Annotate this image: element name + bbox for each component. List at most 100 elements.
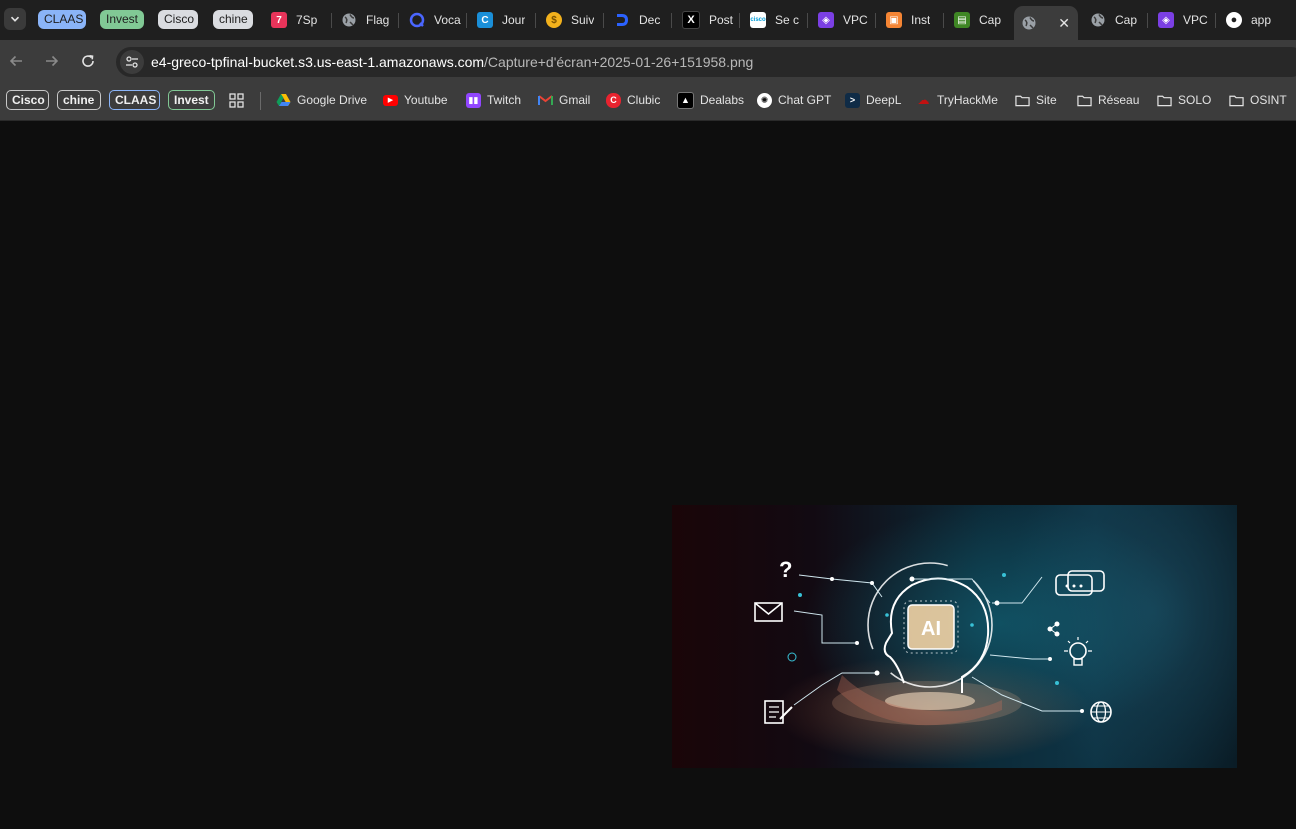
aws-instance-icon: ▣ <box>886 12 902 28</box>
ai-illustration: AI ? <box>754 557 1112 726</box>
bookmark-group-invest[interactable]: Invest <box>168 90 215 110</box>
tab-journal[interactable]: C Jour <box>470 7 530 33</box>
tab-separator <box>807 13 808 28</box>
bookmark-label: Chat GPT <box>778 93 832 107</box>
tab-separator <box>398 13 399 28</box>
tab-search-button[interactable] <box>4 8 26 30</box>
chat-bubble-icon <box>1055 570 1105 596</box>
bookmark-folder-solo[interactable]: SOLO <box>1157 90 1211 110</box>
tab-group-claas[interactable]: CLAAS <box>38 10 86 29</box>
deepl-icon: > <box>845 92 860 108</box>
bookmark-label: SOLO <box>1178 93 1212 107</box>
tab-cisco-login[interactable]: cisco Se c <box>743 7 803 33</box>
bookmark-label: Site <box>1036 93 1057 107</box>
bookmark-label: OSINT <box>1250 93 1287 107</box>
tab-vpc-2[interactable]: ◈ VPC <box>1151 7 1211 33</box>
tab-post[interactable]: X Post <box>675 7 735 33</box>
apps-button[interactable] <box>229 90 244 110</box>
tab-dec[interactable]: Dec <box>607 7 667 33</box>
arrow-left-icon <box>9 55 22 67</box>
bookmark-label: Youtube <box>404 93 448 107</box>
reload-button[interactable] <box>77 50 99 72</box>
tab-title: Cap <box>979 13 1002 27</box>
tab-vpc[interactable]: ◈ VPC <box>811 7 871 33</box>
tab-group-chine[interactable]: chine <box>213 10 253 29</box>
share-icon <box>1047 621 1060 637</box>
7speaking-icon: 7 <box>271 12 287 28</box>
chevron-down-icon <box>10 16 20 22</box>
twitch-icon: ▮▮ <box>466 92 481 108</box>
tab-title: VPC <box>843 13 868 27</box>
tab-title: Post <box>709 13 734 27</box>
tab-separator <box>1215 13 1216 28</box>
bookmark-group-claas[interactable]: CLAAS <box>109 90 160 110</box>
tab-flag[interactable]: Flag <box>334 7 394 33</box>
tab-title: Cap <box>1115 13 1138 27</box>
cisco-icon: cisco <box>750 12 766 28</box>
globe-icon <box>1090 12 1106 28</box>
tab-instances[interactable]: ▣ Inst <box>879 7 939 33</box>
tab-separator <box>1147 13 1148 28</box>
tab-7speaking[interactable]: 7 7Sp <box>264 7 326 33</box>
chatgpt-icon: ✺ <box>757 92 772 108</box>
tab-separator <box>603 13 604 28</box>
bookmark-label: Clubic <box>627 93 661 107</box>
bookmark-deepl[interactable]: > DeepL <box>845 90 901 110</box>
bookmark-clubic[interactable]: C Clubic <box>606 90 660 110</box>
bookmarks-bar: Cisco chine CLAAS Invest Google Drive ▶ … <box>0 82 1296 121</box>
bookmark-tryhackme[interactable]: ☁ TryHackMe <box>916 90 998 110</box>
bookmark-label: Twitch <box>487 93 522 107</box>
tab-title: Jour <box>502 13 526 27</box>
tab-separator <box>466 13 467 28</box>
address-bar[interactable]: e4-greco-tpfinal-bucket.s3.us-east-1.ama… <box>116 47 1296 77</box>
tab-github-app[interactable]: ● app <box>1219 7 1285 33</box>
bookmark-label: Réseau <box>1098 93 1140 107</box>
tab-title: 7Sp <box>296 13 318 27</box>
bookmark-gmail[interactable]: Gmail <box>538 90 590 110</box>
tab-voca[interactable]: Voca <box>402 7 462 33</box>
tab-capture-2[interactable]: Cap <box>1083 7 1143 33</box>
folder-icon <box>1015 93 1030 108</box>
apps-grid-icon <box>229 92 244 108</box>
dec-icon <box>614 12 630 28</box>
bookmark-dealabs[interactable]: ▲ Dealabs <box>677 90 744 110</box>
globe-icon <box>1090 701 1112 723</box>
tab-title: app <box>1251 13 1272 27</box>
ai-concept-image[interactable]: AI ? <box>672 505 1237 768</box>
bookmark-folder-site[interactable]: Site <box>1015 90 1057 110</box>
tab-title: Suiv <box>571 13 595 27</box>
url-path: /Capture+d'écran+2025-01-26+151958.png <box>484 54 754 70</box>
url-text[interactable]: e4-greco-tpfinal-bucket.s3.us-east-1.ama… <box>151 54 753 70</box>
bookmark-folder-reseau[interactable]: Réseau <box>1077 90 1139 110</box>
close-tab-icon[interactable]: ✕ <box>1058 15 1070 32</box>
bookmark-label: Dealabs <box>700 93 745 107</box>
journal-icon: C <box>477 12 493 28</box>
site-info-button[interactable] <box>120 50 144 74</box>
forward-button[interactable] <box>41 50 63 72</box>
bookmark-chatgpt[interactable]: ✺ Chat GPT <box>757 90 831 110</box>
arrow-right-icon <box>46 55 59 67</box>
bookmark-youtube[interactable]: ▶ Youtube <box>383 90 448 110</box>
reload-icon <box>82 55 94 67</box>
bookmark-twitch[interactable]: ▮▮ Twitch <box>466 90 521 110</box>
bookmark-group-chine[interactable]: chine <box>57 90 101 110</box>
tab-title: VPC <box>1183 13 1208 27</box>
bookmark-google-drive[interactable]: Google Drive <box>276 90 367 110</box>
lightbulb-icon <box>1064 637 1092 666</box>
globe-icon <box>341 12 357 28</box>
tab-group-cisco[interactable]: Cisco <box>158 10 198 29</box>
vpc-icon: ◈ <box>818 12 834 28</box>
capture-icon: ▤ <box>954 12 970 28</box>
bookmark-separator <box>260 92 261 110</box>
url-host: e4-greco-tpfinal-bucket.s3.us-east-1.ama… <box>151 54 485 70</box>
tab-suivi[interactable]: $ Suiv <box>539 7 599 33</box>
back-button[interactable] <box>5 50 27 72</box>
tab-capture[interactable]: ▤ Cap <box>947 7 1007 33</box>
tab-group-invest[interactable]: Invest <box>100 10 144 29</box>
bookmark-folder-osint[interactable]: OSINT <box>1229 90 1287 110</box>
tab-active-image[interactable]: ✕ <box>1014 6 1078 40</box>
folder-icon <box>1157 93 1172 108</box>
folder-icon <box>1229 93 1244 108</box>
tab-separator <box>943 13 944 28</box>
bookmark-group-cisco[interactable]: Cisco <box>6 90 49 110</box>
